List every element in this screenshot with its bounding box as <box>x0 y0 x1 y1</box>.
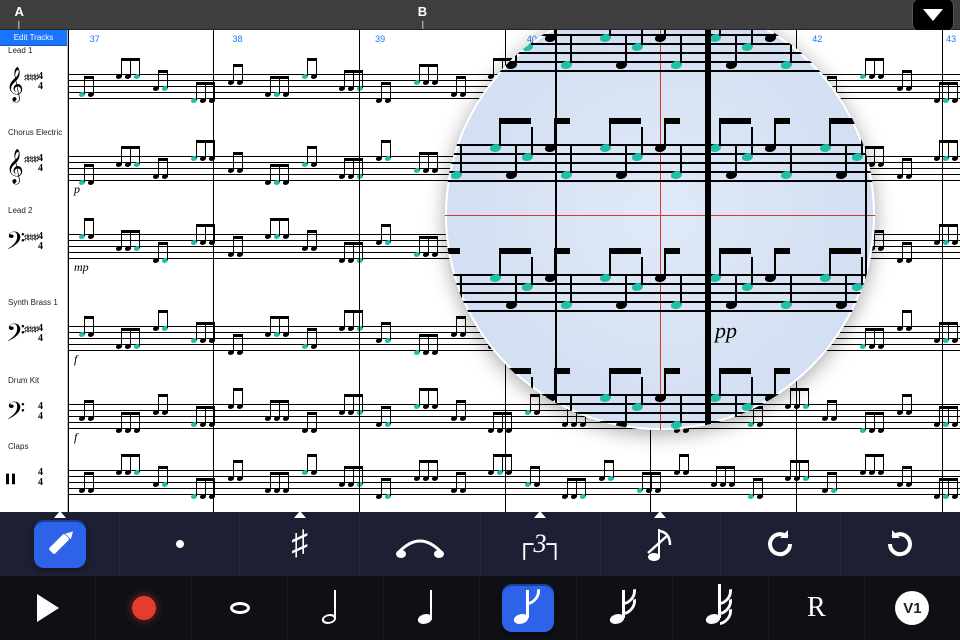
dynamic-marking: mp <box>74 260 89 275</box>
track-header[interactable]: Synth Brass 1 𝄢 ♯♯♯♯ 44 <box>4 308 63 348</box>
play-button[interactable] <box>0 576 96 640</box>
measure-number: 39 <box>375 34 385 44</box>
tie-icon <box>393 526 447 562</box>
track-name: Claps <box>8 442 28 451</box>
quarter-note-button[interactable] <box>384 576 480 640</box>
record-icon <box>132 596 156 620</box>
key-signature: ♯♯♯♯ <box>24 324 38 334</box>
staff[interactable] <box>68 448 960 512</box>
time-signature: 44 <box>38 402 43 422</box>
whole-note-button[interactable] <box>192 576 288 640</box>
dot-icon <box>176 540 184 548</box>
staccato-button[interactable] <box>120 512 240 576</box>
chevron-down-icon <box>923 9 943 21</box>
time-signature: 44 <box>38 324 43 344</box>
section-marker-a[interactable]: A <box>14 4 23 29</box>
crosshair-vertical <box>660 30 661 430</box>
voice-select-button[interactable]: V1 <box>865 576 960 640</box>
note-entry-toolbar: ♯ ┌3┐ <box>0 512 960 640</box>
measure-number: 38 <box>232 34 242 44</box>
time-signature: 44 <box>38 232 43 252</box>
sharp-button[interactable]: ♯ <box>240 512 360 576</box>
thirtysecond-note-icon <box>706 588 734 628</box>
triplet-icon: ┌3┐ <box>515 529 565 559</box>
edit-tracks-button[interactable]: Edit Tracks <box>0 30 67 46</box>
half-note-button[interactable] <box>288 576 384 640</box>
track-name: Lead 2 <box>8 206 32 215</box>
half-note-icon <box>322 588 350 628</box>
whole-note-icon <box>230 602 250 614</box>
clef-icon: 𝄞 <box>6 70 24 100</box>
dynamic-marking: pp <box>715 318 737 344</box>
eighth-note-icon <box>514 588 542 628</box>
rest-icon: R <box>807 592 826 624</box>
track-name: Lead 1 <box>8 46 32 55</box>
eighth-note-button[interactable] <box>480 576 576 640</box>
undo-icon <box>762 526 798 562</box>
measure-number: 43 <box>946 34 956 44</box>
clef-icon: 𝄢 <box>6 230 25 260</box>
panel-toggle-button[interactable] <box>912 0 954 32</box>
redo-button[interactable] <box>841 512 960 576</box>
rest-button[interactable]: R <box>769 576 865 640</box>
track-header[interactable]: Chorus Electric 𝄞 ♯♯♯♯ 44 <box>4 138 63 178</box>
sharp-icon: ♯ <box>291 527 308 561</box>
track-header[interactable]: Lead 2 𝄢 ♯♯♯♯ 44 <box>4 216 63 256</box>
key-signature: ♯♯♯♯ <box>24 232 38 242</box>
track-header-column: Edit Tracks Lead 1 𝄞 ♯♯♯♯ 44 Chorus Elec… <box>0 30 68 512</box>
quarter-note-icon <box>418 588 446 628</box>
pencil-icon <box>48 532 72 556</box>
voice-badge: V1 <box>895 591 929 625</box>
grace-note-button[interactable] <box>601 512 721 576</box>
triplet-button[interactable]: ┌3┐ <box>481 512 601 576</box>
sixteenth-note-icon <box>610 588 638 628</box>
clef-icon: 𝄥 <box>6 466 15 496</box>
section-marker-label: B <box>418 4 427 19</box>
clef-icon: 𝄞 <box>6 152 24 182</box>
sixteenth-note-button[interactable] <box>577 576 673 640</box>
undo-button[interactable] <box>721 512 841 576</box>
key-signature: ♯♯♯♯ <box>24 72 38 82</box>
key-signature: ♯♯♯♯ <box>24 154 38 164</box>
redo-icon <box>882 526 918 562</box>
dynamic-marking: f <box>74 430 77 445</box>
grace-note-icon <box>646 523 674 565</box>
time-signature: 44 <box>38 154 43 174</box>
time-signature: 44 <box>38 72 43 92</box>
play-icon <box>37 594 59 622</box>
track-name: Drum Kit <box>8 376 39 385</box>
clef-icon: 𝄢 <box>6 400 25 430</box>
timeline-ruler[interactable]: A B <box>0 0 960 30</box>
measure-number: 37 <box>90 34 100 44</box>
track-name: Synth Brass 1 <box>8 298 58 307</box>
track-header[interactable]: Claps 𝄥 44 <box>4 452 63 492</box>
track-header[interactable]: Lead 1 𝄞 ♯♯♯♯ 44 <box>4 56 63 96</box>
pencil-tool-button[interactable] <box>0 512 120 576</box>
dynamic-marking: f <box>74 352 77 367</box>
time-signature: 44 <box>38 468 43 488</box>
track-header[interactable]: Drum Kit 𝄢 44 <box>4 386 63 426</box>
clef-icon: 𝄢 <box>6 322 25 352</box>
thirtysecond-note-button[interactable] <box>673 576 769 640</box>
section-marker-label: A <box>14 4 23 19</box>
track-name: Chorus Electric <box>8 128 62 137</box>
section-marker-b[interactable]: B <box>418 4 427 29</box>
record-button[interactable] <box>96 576 192 640</box>
tie-button[interactable] <box>360 512 480 576</box>
